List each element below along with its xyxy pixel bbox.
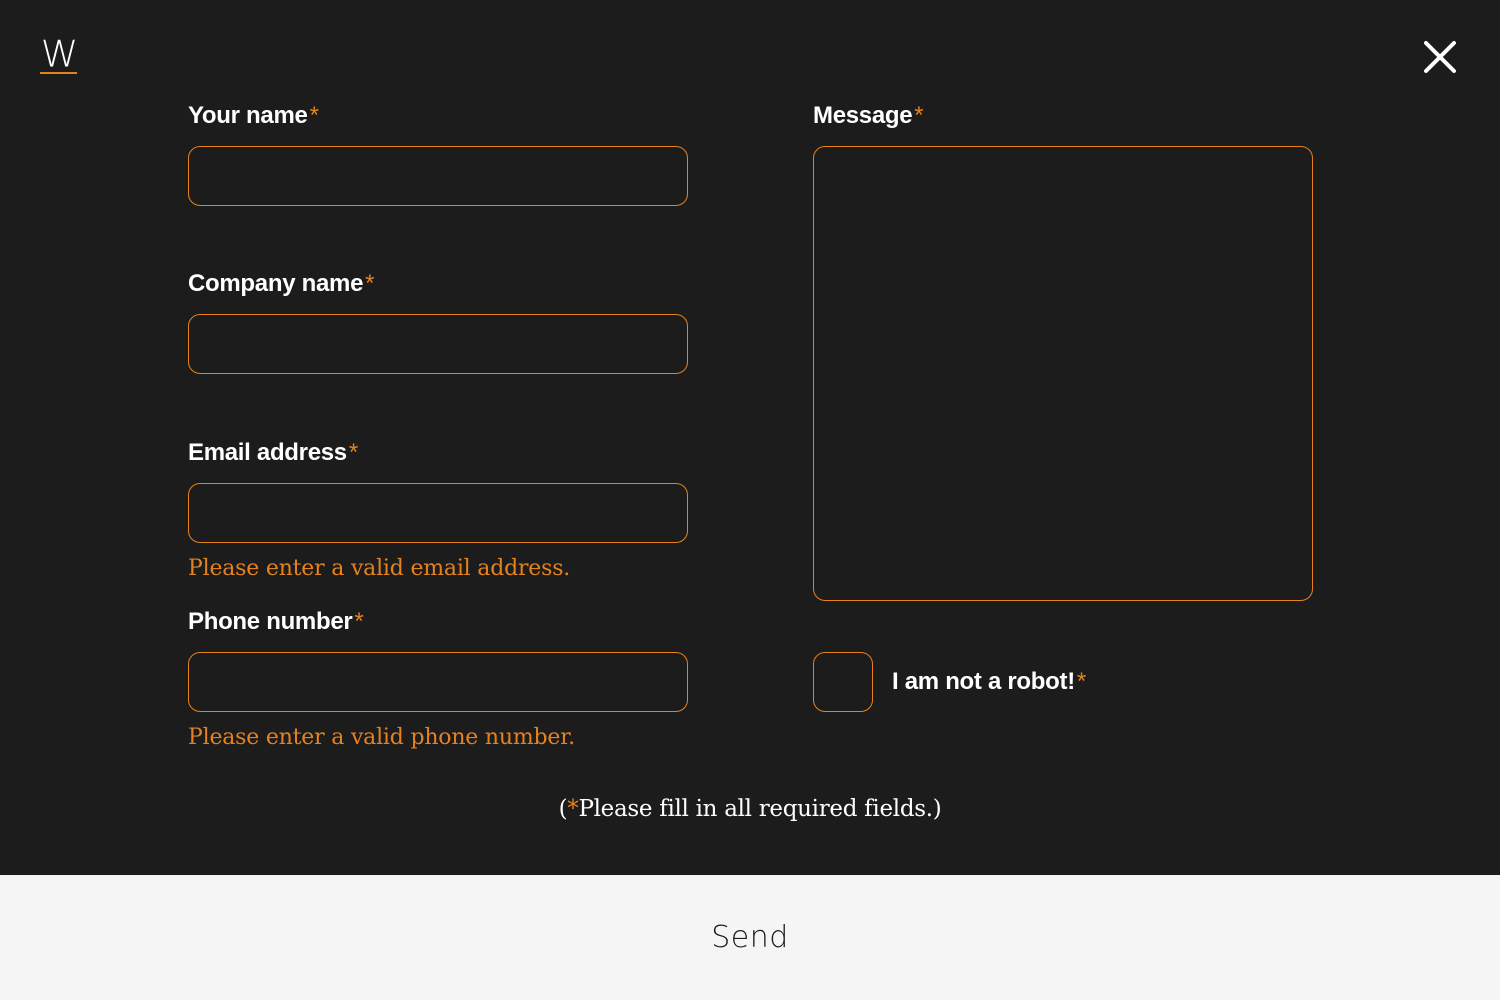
required-marker: * xyxy=(914,102,924,129)
company-label: Company name* xyxy=(188,270,374,298)
email-label: Email address* xyxy=(188,439,358,467)
phone-error: Please enter a valid phone number. xyxy=(188,725,575,750)
logo-icon[interactable]: W xyxy=(40,36,78,76)
phone-label: Phone number* xyxy=(188,608,364,636)
company-label-text: Company name xyxy=(188,270,364,297)
required-marker: * xyxy=(348,439,358,466)
message-textarea[interactable] xyxy=(813,146,1313,601)
name-input[interactable] xyxy=(188,146,688,206)
required-marker: * xyxy=(309,102,319,129)
note-open-paren: ( xyxy=(558,796,568,822)
email-error: Please enter a valid email address. xyxy=(188,556,571,581)
logo-underline xyxy=(40,72,77,74)
message-label: Message* xyxy=(813,102,924,130)
email-input[interactable] xyxy=(188,483,688,543)
phone-input[interactable] xyxy=(188,652,688,712)
name-label-text: Your name xyxy=(188,102,308,129)
logo-letter: W xyxy=(40,33,79,75)
send-label: Send xyxy=(711,920,789,955)
required-marker: * xyxy=(1076,668,1086,695)
company-input[interactable] xyxy=(188,314,688,374)
required-marker: * xyxy=(354,608,364,635)
message-label-text: Message xyxy=(813,102,913,129)
close-icon xyxy=(1424,41,1456,73)
robot-checkbox[interactable] xyxy=(813,652,873,712)
name-label: Your name* xyxy=(188,102,319,130)
close-button[interactable] xyxy=(1418,35,1462,79)
robot-label-text: I am not a robot! xyxy=(892,668,1075,695)
send-button[interactable]: Send xyxy=(0,875,1500,1000)
email-label-text: Email address xyxy=(188,439,347,466)
required-fields-note: (*Please fill in all required fields.) xyxy=(0,796,1500,822)
required-marker: * xyxy=(365,270,375,297)
note-text: Please fill in all required fields.) xyxy=(578,796,942,822)
note-star: * xyxy=(567,796,579,822)
robot-label[interactable]: I am not a robot!* xyxy=(892,668,1086,696)
phone-label-text: Phone number xyxy=(188,608,353,635)
